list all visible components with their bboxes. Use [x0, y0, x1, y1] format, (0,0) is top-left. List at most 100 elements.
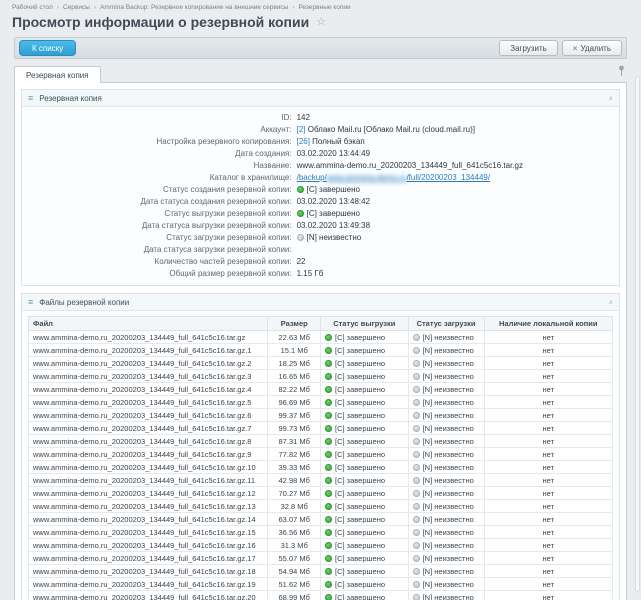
toolbar: К списку Загрузить × Удалить [14, 37, 627, 59]
table-row[interactable]: www.ammina-demo.ru_20200203_134449_full_… [29, 461, 613, 474]
table-row[interactable]: www.ammina-demo.ru_20200203_134449_full_… [29, 500, 613, 513]
scrollbar[interactable] [635, 76, 640, 592]
tab-backup-copy[interactable]: Резервная копия [14, 66, 101, 83]
status-dot-icon [413, 503, 420, 510]
field-row: ID:142 [22, 111, 619, 123]
download-status-cell: [N] неизвестно [408, 487, 484, 500]
download-button[interactable]: Загрузить [499, 40, 558, 56]
field-row: Статус загрузки резервной копии:[N] неиз… [22, 231, 619, 243]
breadcrumb-item[interactable]: Рабочий стол [12, 4, 53, 11]
status-dot-icon [413, 334, 420, 341]
table-row[interactable]: www.ammina-demo.ru_20200203_134449_full_… [29, 591, 613, 600]
file-size-cell: 87.31 Мб [268, 435, 321, 448]
field-label: Аккаунт: [22, 125, 297, 134]
backup-files-panel: ≡ Файлы резервной копии ∧ ФайлРазмерСтат… [21, 293, 620, 600]
file-size-cell: 32.8 Мб [268, 500, 321, 513]
column-header: Статус загрузки [408, 317, 484, 331]
field-label: Каталог в хранилище: [22, 173, 297, 182]
tab-strip: Резервная копия [14, 65, 627, 82]
favorite-star-icon[interactable]: ☆ [316, 17, 326, 27]
file-size-cell: 96.69 Мб [268, 396, 321, 409]
field-row: Статус создания резервной копии:[C] заве… [22, 183, 619, 195]
field-value: 22 [297, 257, 619, 266]
status-dot-icon [413, 581, 420, 588]
pin-icon[interactable] [618, 64, 627, 82]
field-row: Дата создания:03.02.2020 13:44:49 [22, 147, 619, 159]
table-row[interactable]: www.ammina-demo.ru_20200203_134449_full_… [29, 370, 613, 383]
file-size-cell: 99.73 Мб [268, 422, 321, 435]
field-value: [26] Полный бэкап [297, 137, 619, 146]
status-dot-icon [413, 347, 420, 354]
file-name-cell: www.ammina-demo.ru_20200203_134449_full_… [29, 396, 268, 409]
file-name-cell: www.ammina-demo.ru_20200203_134449_full_… [29, 526, 268, 539]
file-size-cell: 22.63 Мб [268, 331, 321, 344]
field-label: Дата создания: [22, 149, 297, 158]
download-status-cell: [N] неизвестно [408, 409, 484, 422]
file-size-cell: 55.07 Мб [268, 552, 321, 565]
download-status-cell: [N] неизвестно [408, 513, 484, 526]
close-icon: × [573, 44, 578, 53]
upload-status-cell: [C] завершено [321, 435, 409, 448]
local-copy-cell: нет [484, 383, 613, 396]
table-row[interactable]: www.ammina-demo.ru_20200203_134449_full_… [29, 526, 613, 539]
download-status-cell: [N] неизвестно [408, 500, 484, 513]
table-row[interactable]: www.ammina-demo.ru_20200203_134449_full_… [29, 474, 613, 487]
field-value: [N] неизвестно [297, 233, 619, 242]
table-row[interactable]: www.ammina-demo.ru_20200203_134449_full_… [29, 331, 613, 344]
delete-button-label: Удалить [580, 44, 611, 53]
file-size-cell: 16.65 Мб [268, 370, 321, 383]
upload-status-cell: [C] завершено [321, 552, 409, 565]
table-row[interactable]: www.ammina-demo.ru_20200203_134449_full_… [29, 565, 613, 578]
status-dot-icon [325, 542, 332, 549]
table-row[interactable]: www.ammina-demo.ru_20200203_134449_full_… [29, 357, 613, 370]
breadcrumb-item[interactable]: Резервные копии [299, 4, 351, 11]
table-row[interactable]: www.ammina-demo.ru_20200203_134449_full_… [29, 513, 613, 526]
upload-status-cell: [C] завершено [321, 487, 409, 500]
breadcrumb-separator: › [292, 4, 294, 11]
status-dot-icon [413, 373, 420, 380]
breadcrumb-item[interactable]: Ammina Backup: Резервное копирование на … [100, 4, 288, 11]
breadcrumb-item[interactable]: Сервисы [63, 4, 90, 11]
delete-button[interactable]: × Удалить [562, 40, 622, 56]
table-row[interactable]: www.ammina-demo.ru_20200203_134449_full_… [29, 578, 613, 591]
table-row[interactable]: www.ammina-demo.ru_20200203_134449_full_… [29, 344, 613, 357]
table-row[interactable]: www.ammina-demo.ru_20200203_134449_full_… [29, 396, 613, 409]
download-button-label: Загрузить [510, 44, 547, 53]
file-size-cell: 99.37 Мб [268, 409, 321, 422]
chevron-up-icon[interactable]: ∧ [609, 299, 613, 306]
table-row[interactable]: www.ammina-demo.ru_20200203_134449_full_… [29, 552, 613, 565]
backup-info-panel-header: ≡ Резервная копия ∧ [22, 90, 619, 107]
table-row[interactable]: www.ammina-demo.ru_20200203_134449_full_… [29, 539, 613, 552]
table-row[interactable]: www.ammina-demo.ru_20200203_134449_full_… [29, 435, 613, 448]
file-name-cell: www.ammina-demo.ru_20200203_134449_full_… [29, 513, 268, 526]
download-status-cell: [N] неизвестно [408, 591, 484, 600]
status-dot-icon [325, 438, 332, 445]
file-name-cell: www.ammina-demo.ru_20200203_134449_full_… [29, 331, 268, 344]
local-copy-cell: нет [484, 370, 613, 383]
file-size-cell: 42.98 Мб [268, 474, 321, 487]
status-dot-icon [325, 334, 332, 341]
field-value: 03.02.2020 13:48:42 [297, 197, 619, 206]
table-row[interactable]: www.ammina-demo.ru_20200203_134449_full_… [29, 448, 613, 461]
field-id-link[interactable]: [26] [297, 137, 310, 146]
field-id-link[interactable]: [2] [297, 125, 306, 134]
field-label: Статус выгрузки резервной копии: [22, 209, 297, 218]
local-copy-cell: нет [484, 357, 613, 370]
field-label: Общий размер резервной копии: [22, 269, 297, 278]
local-copy-cell: нет [484, 487, 613, 500]
back-to-list-button[interactable]: К списку [19, 40, 76, 56]
download-status-cell: [N] неизвестно [408, 552, 484, 565]
upload-status-cell: [C] завершено [321, 539, 409, 552]
status-dot-icon [413, 451, 420, 458]
scrollbar-thumb[interactable] [635, 76, 640, 592]
chevron-up-icon[interactable]: ∧ [609, 95, 613, 102]
field-label: Статус создания резервной копии: [22, 185, 297, 194]
table-row[interactable]: www.ammina-demo.ru_20200203_134449_full_… [29, 409, 613, 422]
storage-path-link[interactable]: /backup/www.ammina-demo.ru/full/20200203… [297, 173, 490, 182]
field-value: 03.02.2020 13:44:49 [297, 149, 619, 158]
table-row[interactable]: www.ammina-demo.ru_20200203_134449_full_… [29, 383, 613, 396]
table-row[interactable]: www.ammina-demo.ru_20200203_134449_full_… [29, 422, 613, 435]
table-row[interactable]: www.ammina-demo.ru_20200203_134449_full_… [29, 487, 613, 500]
storage-path-prefix: /backup/ [297, 173, 327, 182]
field-value: [C] завершено [297, 185, 619, 194]
